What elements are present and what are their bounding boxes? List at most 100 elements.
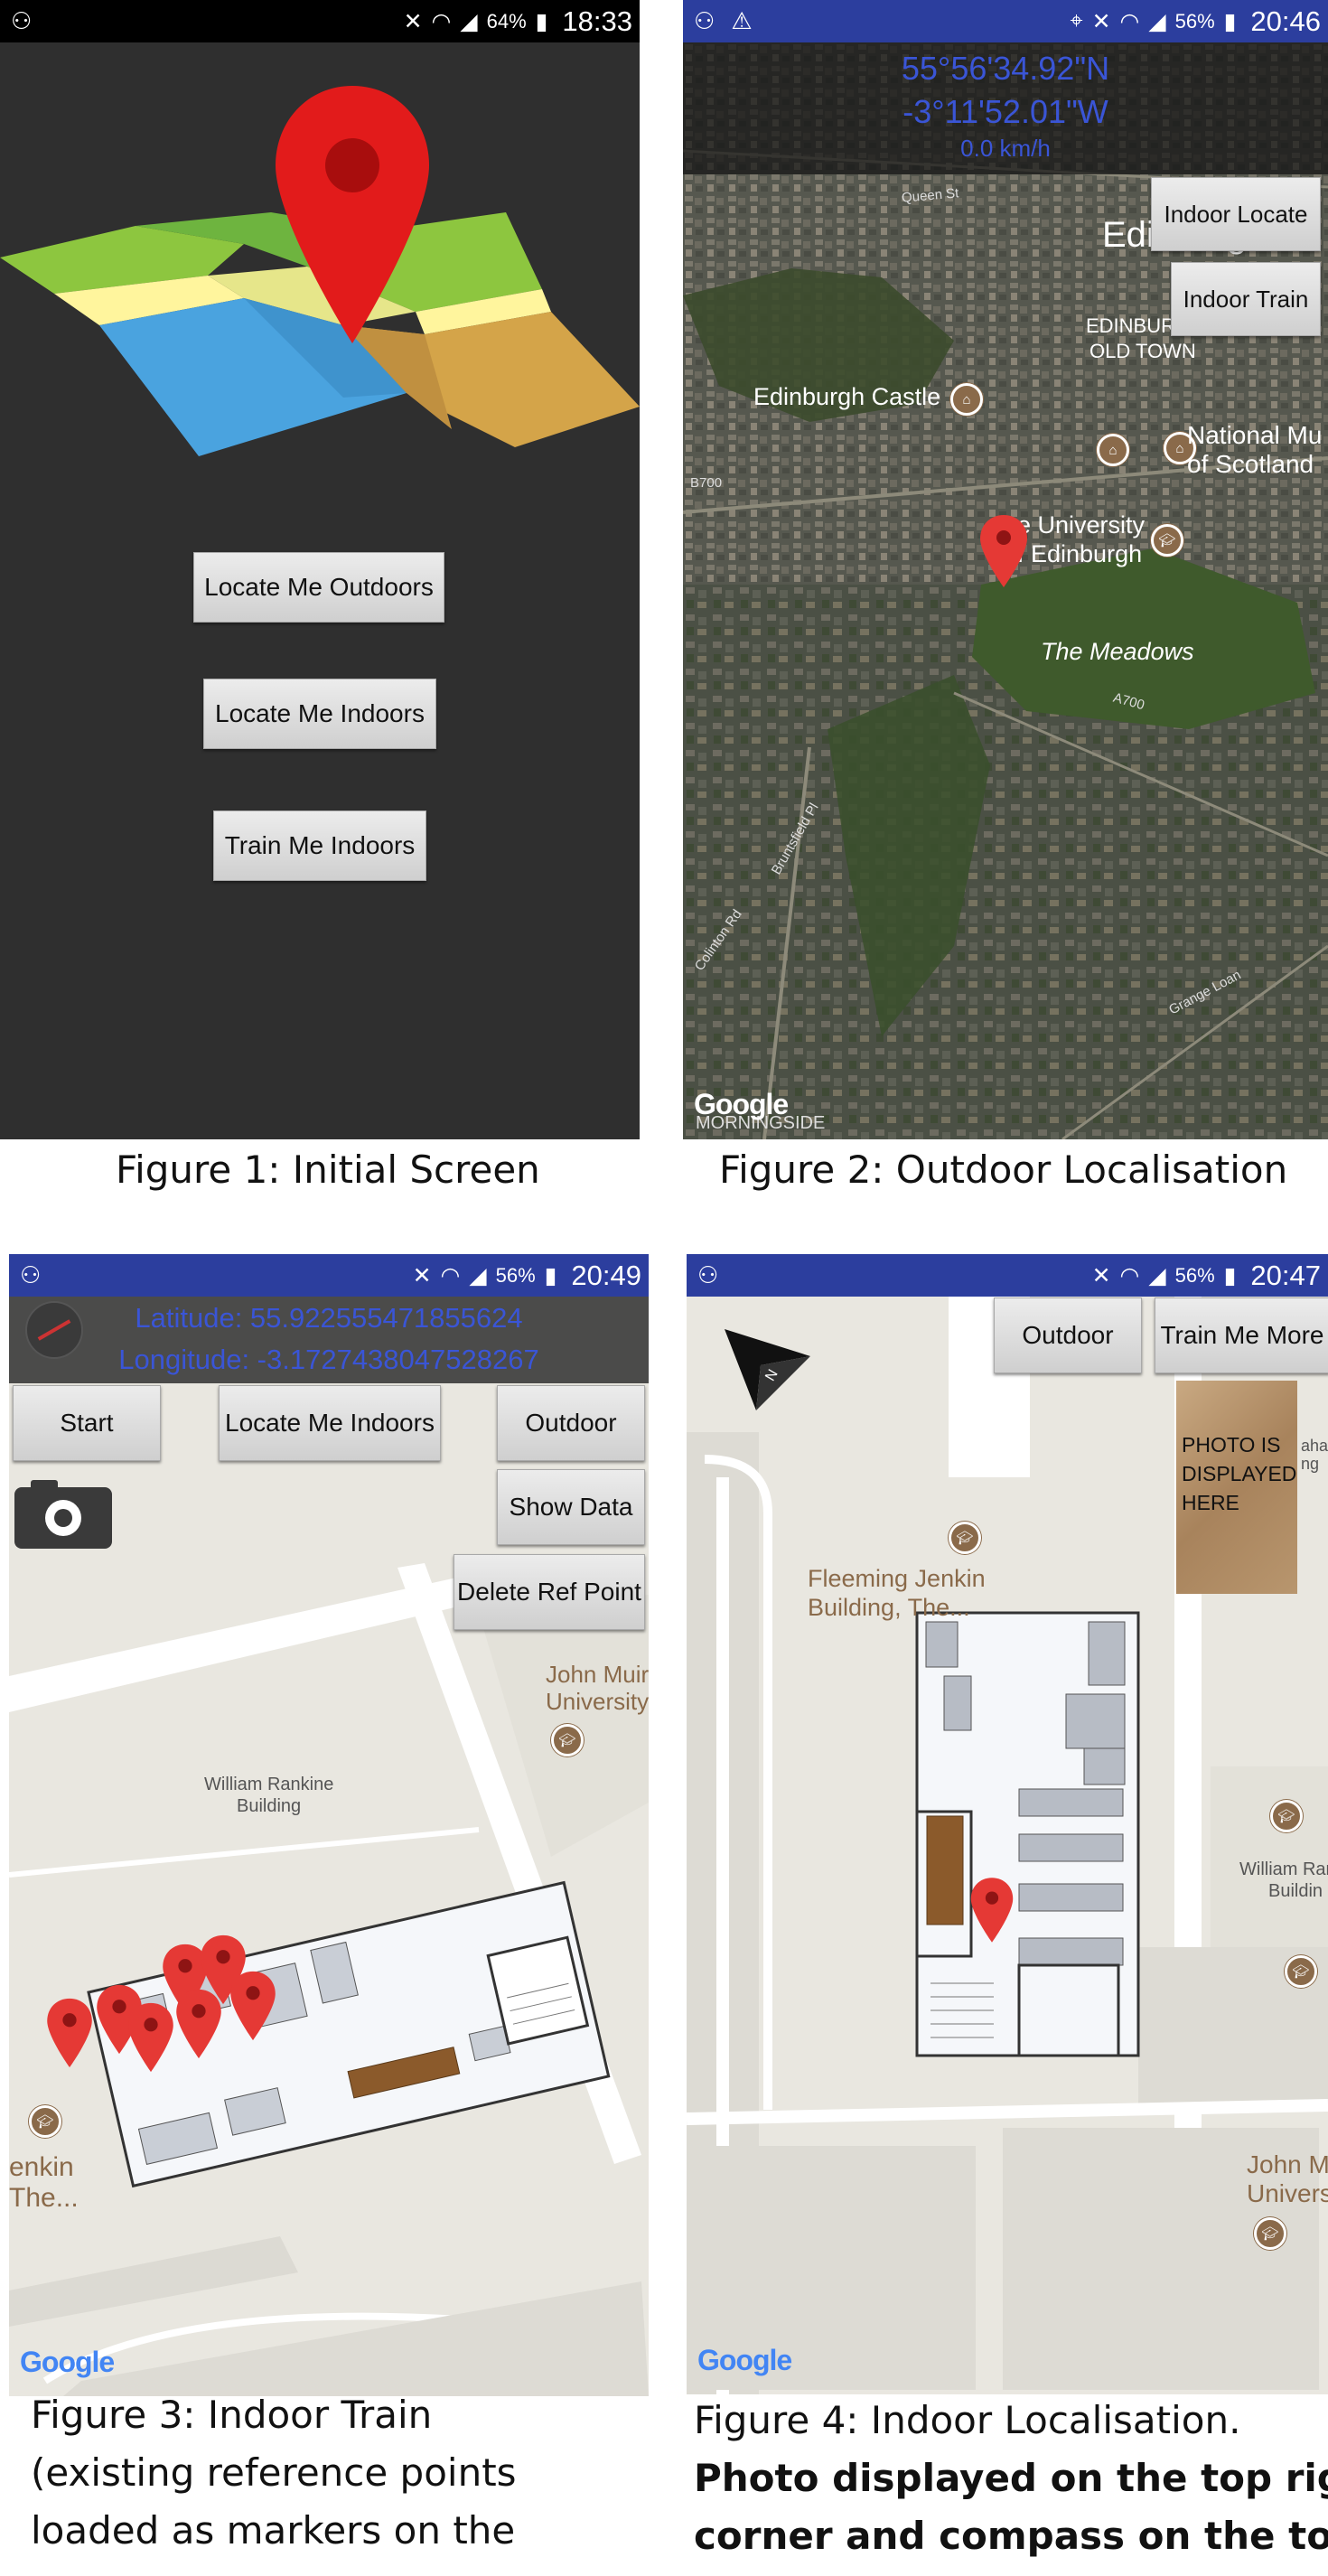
start-button[interactable]: Start [13, 1385, 161, 1461]
reference-point-marker[interactable] [174, 1988, 223, 2060]
map-label-jenkin-2: The... [9, 2183, 79, 2213]
museum-poi-icon: ⌂ [1097, 434, 1129, 466]
longitude-readout: -3°11'52.01"W [902, 93, 1108, 130]
compass-icon: N [725, 1329, 810, 1410]
fig3-screen: John Muir University 🎓︎ William Rankine … [9, 1254, 649, 2396]
university-icon: 🎓︎ [949, 1522, 981, 1554]
wifi-icon: ◠ [440, 1262, 461, 1288]
fig4-screen: ⚇ ✕ ◠ ◢ 56% ▮ 20:47 N Outdoor Train Me M… [687, 1254, 1328, 2394]
battery-percent: 56% [1174, 9, 1215, 33]
map-label-jenkin-1: enkin [9, 2152, 74, 2182]
google-logo: Google [20, 2346, 115, 2379]
university-icon-2: 🎓︎ [29, 2105, 61, 2138]
map-label-john-2: Univers [1247, 2179, 1328, 2207]
current-location-pin [970, 1878, 1014, 1943]
map-label-b700: B700 [690, 475, 723, 491]
battery-icon: ▮ [1223, 1262, 1237, 1288]
current-location-pin [980, 515, 1027, 587]
battery-icon: ▮ [1223, 8, 1237, 34]
location-icon: ⌖ [1070, 8, 1083, 33]
compass-icon [25, 1301, 83, 1359]
photo-edge-text-1: aha [1301, 1437, 1328, 1455]
fig1-status-bar: ⚇ ✕ ◠ ◢ 64% ▮ 18:33 [0, 0, 640, 42]
latitude-readout: 55°56'34.92"N [901, 50, 1110, 87]
delete-ref-point-button[interactable]: Delete Ref Point [454, 1554, 645, 1630]
indoor-locate-button[interactable]: Indoor Locate [1151, 177, 1321, 251]
speed-readout: 0.0 km/h [960, 135, 1051, 162]
app-notification-icon: ⚇ [697, 1261, 719, 1288]
status-time: 20:47 [1250, 1259, 1321, 1291]
signal-icon: ◢ [469, 1262, 487, 1288]
status-time: 20:49 [571, 1259, 641, 1291]
photo-text-3: HERE [1182, 1491, 1239, 1514]
signal-icon: ◢ [1148, 8, 1166, 34]
reference-point-marker[interactable] [229, 1970, 277, 2042]
map-label-meadows: The Meadows [1041, 638, 1194, 665]
signal-icon: ◢ [1148, 1262, 1166, 1288]
train-indoors-button[interactable]: Train Me Indoors [213, 810, 426, 881]
train-me-more-button[interactable]: Train Me More [1155, 1297, 1328, 1373]
map-label-rankine-2: Building [237, 1796, 302, 1816]
signal-icon: ◢ [460, 8, 478, 34]
map-label-fleeming-1: Fleeming Jenkin [808, 1565, 986, 1592]
map-label-old-town-2: OLD TOWN [1090, 340, 1196, 362]
mute-icon: ✕ [403, 8, 423, 34]
photo-text-1: PHOTO IS [1182, 1433, 1281, 1457]
battery-icon: ▮ [535, 8, 548, 34]
map-label-uni-1: e University [1017, 511, 1146, 539]
map-label-rankine-1: William Ran [1239, 1859, 1328, 1879]
wifi-icon: ◠ [1119, 1262, 1140, 1288]
map-label-castle: Edinburgh Castle [753, 383, 941, 410]
map-label-museum-2: of Scotland [1187, 450, 1314, 478]
locate-me-indoors-button[interactable]: Locate Me Indoors [219, 1385, 441, 1461]
fig3-caption-line-3: loaded as markers on the [31, 2508, 516, 2553]
battery-percent: 56% [495, 1263, 536, 1287]
battery-icon: ▮ [544, 1262, 557, 1288]
camera-icon[interactable] [14, 1480, 112, 1549]
fig2-caption: Figure 2: Outdoor Localisation [719, 1147, 1288, 1192]
castle-poi-icon: ⌂ [950, 383, 983, 416]
mute-icon: ✕ [1091, 8, 1111, 34]
map-label-fleeming-2: Building, The... [808, 1594, 970, 1621]
battery-percent: 64% [486, 9, 527, 33]
fig1-caption: Figure 1: Initial Screen [116, 1147, 540, 1192]
map-logo [0, 86, 640, 456]
indoor-map [9, 1297, 649, 2396]
fig4-status-bar: ⚇ ✕ ◠ ◢ 56% ▮ 20:47 [687, 1254, 1328, 1297]
locate-indoors-button[interactable]: Locate Me Indoors [203, 679, 436, 749]
warning-icon: ⚠ [731, 7, 753, 34]
university-icon: 🎓︎ [551, 1724, 584, 1756]
locate-outdoors-button[interactable]: Locate Me Outdoors [193, 552, 444, 623]
indoor-train-button[interactable]: Indoor Train [1171, 262, 1321, 336]
map-label-john-1: John M [1247, 2150, 1328, 2178]
photo-text-2: DISPLAYED [1182, 1462, 1297, 1485]
google-logo: Google [697, 2344, 792, 2376]
fig1-screen: ⚇ ✕ ◠ ◢ 64% ▮ 18:33 Locate Me Outdoors L… [0, 0, 640, 1139]
fig4-caption-line-1: Figure 4: Indoor Localisation. [694, 2398, 1241, 2442]
floorplan [915, 1611, 1140, 2057]
map-label-john-muir-1: John Muir [546, 1661, 649, 1688]
map-label-rankine-1: William Rankine [204, 1775, 334, 1794]
university-icon: 🎓︎ [1151, 524, 1183, 557]
fig3-status-bar: ⚇ ✕ ◠ ◢ 56% ▮ 20:49 [9, 1254, 649, 1297]
status-time: 20:46 [1250, 5, 1321, 37]
latitude-readout: Latitude: 55.922555471855624 [135, 1302, 523, 1334]
show-data-button[interactable]: Show Data [497, 1469, 645, 1545]
battery-percent: 56% [1174, 1263, 1215, 1287]
university-icon-4: 🎓︎ [1254, 2217, 1286, 2250]
map-label-rankine-2: Buildin [1268, 1881, 1323, 1901]
fig4-caption-bold-2: corner and compass on the top [694, 2514, 1328, 2558]
outdoor-button[interactable]: Outdoor [994, 1297, 1142, 1373]
mute-icon: ✕ [1091, 1262, 1111, 1288]
photo-panel: PHOTO IS DISPLAYED HERE [1176, 1381, 1297, 1594]
wifi-icon: ◠ [431, 8, 452, 34]
longitude-readout: Longitude: -3.1727438047528267 [118, 1344, 539, 1375]
university-icon-2: 🎓︎ [1270, 1800, 1303, 1832]
map-label-john-muir-2: University [546, 1688, 649, 1715]
map-label-uni-2: f Edinburgh [1017, 540, 1143, 567]
google-logo-text: Google [20, 2346, 115, 2378]
university-icon-3: 🎓︎ [1285, 1955, 1317, 1988]
outdoor-button[interactable]: Outdoor [497, 1385, 645, 1461]
reference-point-marker[interactable] [45, 1997, 94, 2069]
coordinate-overlay: 55°56'34.92"N -3°11'52.01"W 0.0 km/h [683, 42, 1328, 174]
